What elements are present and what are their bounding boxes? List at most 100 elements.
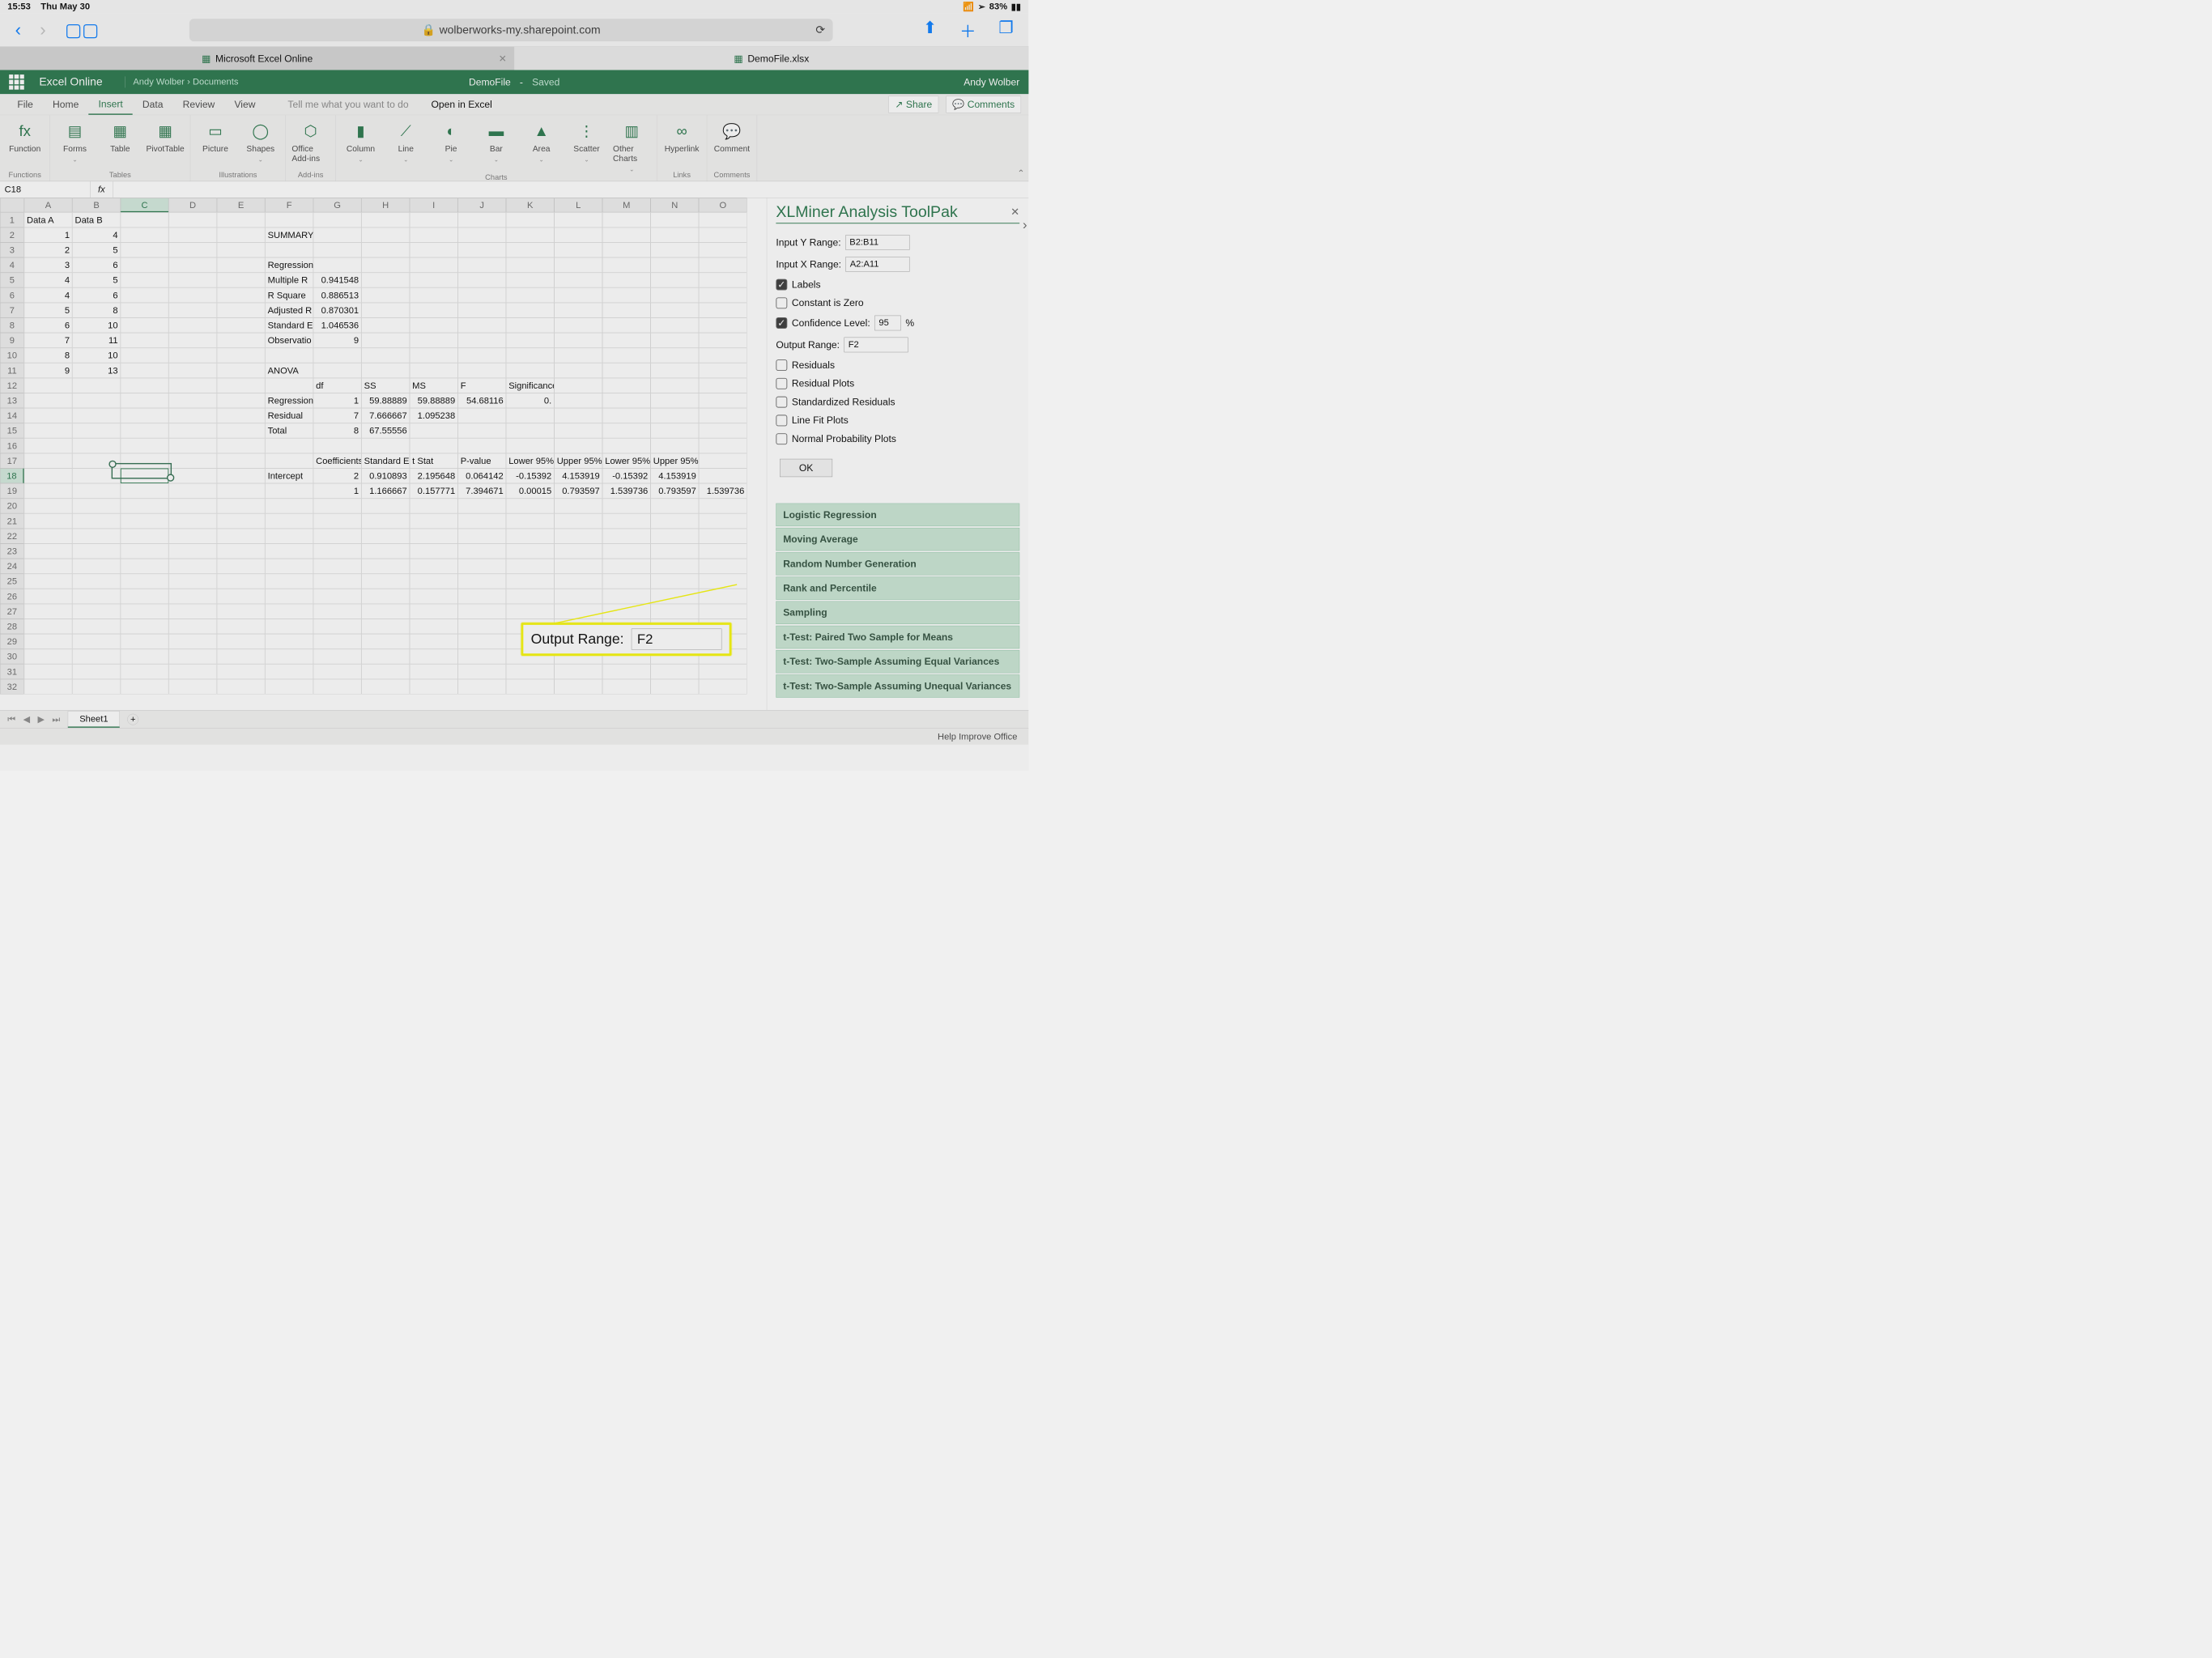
cell[interactable]: 9 (313, 333, 362, 348)
cell[interactable] (410, 559, 458, 574)
cell[interactable] (121, 408, 169, 423)
cell[interactable] (168, 634, 217, 649)
cell[interactable] (265, 212, 313, 227)
cell[interactable] (217, 363, 266, 378)
cell[interactable] (265, 242, 313, 257)
cell[interactable] (602, 363, 651, 378)
cell[interactable]: 5 (72, 273, 121, 288)
cell[interactable] (313, 574, 362, 589)
cell[interactable]: 1.539736 (602, 483, 651, 499)
cell[interactable] (410, 574, 458, 589)
cell[interactable] (602, 529, 651, 544)
cell[interactable]: 0.157771 (410, 483, 458, 499)
cell[interactable] (72, 499, 121, 514)
constant-zero-checkbox[interactable] (776, 297, 787, 308)
cell[interactable] (121, 604, 169, 619)
cell[interactable] (313, 513, 362, 529)
cell[interactable] (699, 408, 747, 423)
cell[interactable] (361, 363, 410, 378)
cell[interactable] (24, 679, 73, 695)
cell[interactable] (217, 408, 266, 423)
output-range-field[interactable] (844, 338, 908, 353)
cell[interactable]: 1.539736 (699, 483, 747, 499)
cell[interactable] (265, 499, 313, 514)
cell[interactable] (265, 634, 313, 649)
cell[interactable] (217, 303, 266, 318)
row-header[interactable]: 4 (0, 257, 24, 273)
cell[interactable] (651, 212, 700, 227)
cell[interactable] (699, 227, 747, 243)
cell[interactable] (217, 273, 266, 288)
cell[interactable] (217, 333, 266, 348)
cell[interactable] (24, 604, 73, 619)
cell[interactable] (121, 634, 169, 649)
cell[interactable] (554, 408, 602, 423)
row-header[interactable]: 21 (0, 513, 24, 529)
cell[interactable] (457, 438, 506, 453)
cell[interactable]: 2.195648 (410, 468, 458, 483)
cell[interactable] (699, 664, 747, 679)
cell[interactable] (699, 212, 747, 227)
cell[interactable] (651, 574, 700, 589)
cell[interactable] (24, 619, 73, 634)
cell[interactable] (121, 227, 169, 243)
cell[interactable] (651, 438, 700, 453)
row-header[interactable]: 23 (0, 543, 24, 559)
cell[interactable] (554, 679, 602, 695)
cell[interactable] (651, 303, 700, 318)
cell[interactable] (699, 287, 747, 303)
cell[interactable] (265, 604, 313, 619)
help-improve-link[interactable]: Help Improve Office (938, 731, 1017, 742)
cell[interactable]: 7.666667 (361, 408, 410, 423)
cell[interactable] (121, 257, 169, 273)
ribbon-button-area[interactable]: ▲Area⌄ (522, 118, 560, 173)
fx-icon[interactable]: fx (91, 181, 113, 198)
cell[interactable]: Significance F (506, 378, 555, 393)
cell[interactable] (24, 453, 73, 469)
analysis-method[interactable]: Moving Average (776, 528, 1019, 551)
cell[interactable] (24, 529, 73, 544)
cell[interactable] (410, 438, 458, 453)
cell[interactable] (602, 664, 651, 679)
cell[interactable] (699, 257, 747, 273)
cell[interactable] (506, 317, 555, 333)
row-header[interactable]: 27 (0, 604, 24, 619)
cell[interactable] (651, 363, 700, 378)
cell[interactable] (217, 619, 266, 634)
cell[interactable]: 8 (72, 303, 121, 318)
cell[interactable] (72, 664, 121, 679)
column-header[interactable]: K (506, 198, 555, 213)
cell[interactable] (24, 649, 73, 665)
cell[interactable]: 7 (313, 408, 362, 423)
cell[interactable] (506, 348, 555, 363)
cell[interactable] (361, 529, 410, 544)
cell[interactable] (457, 303, 506, 318)
column-header[interactable]: G (313, 198, 362, 213)
cell[interactable] (410, 513, 458, 529)
cell[interactable] (699, 438, 747, 453)
cell[interactable] (602, 408, 651, 423)
ribbon-button-office-add-ins[interactable]: ⬡Office Add-ins (291, 118, 330, 171)
row-header[interactable]: 18 (0, 468, 24, 483)
cell[interactable] (168, 363, 217, 378)
row-header[interactable]: 31 (0, 664, 24, 679)
cell[interactable] (168, 679, 217, 695)
cell[interactable] (410, 649, 458, 665)
cell[interactable] (168, 453, 217, 469)
cell[interactable] (217, 378, 266, 393)
cell[interactable] (361, 604, 410, 619)
cell[interactable] (410, 499, 458, 514)
cell[interactable] (168, 468, 217, 483)
cell[interactable]: Data A (24, 212, 73, 227)
cell[interactable] (457, 513, 506, 529)
cell[interactable] (651, 227, 700, 243)
cell[interactable] (651, 242, 700, 257)
cell[interactable] (506, 212, 555, 227)
share-icon[interactable]: ⬆︎ (923, 18, 937, 42)
cell[interactable]: 10 (72, 348, 121, 363)
cell[interactable] (699, 679, 747, 695)
column-header[interactable]: F (265, 198, 313, 213)
cell[interactable] (506, 257, 555, 273)
sheet-nav-prev[interactable]: ◀ (23, 714, 31, 725)
cell[interactable] (602, 227, 651, 243)
